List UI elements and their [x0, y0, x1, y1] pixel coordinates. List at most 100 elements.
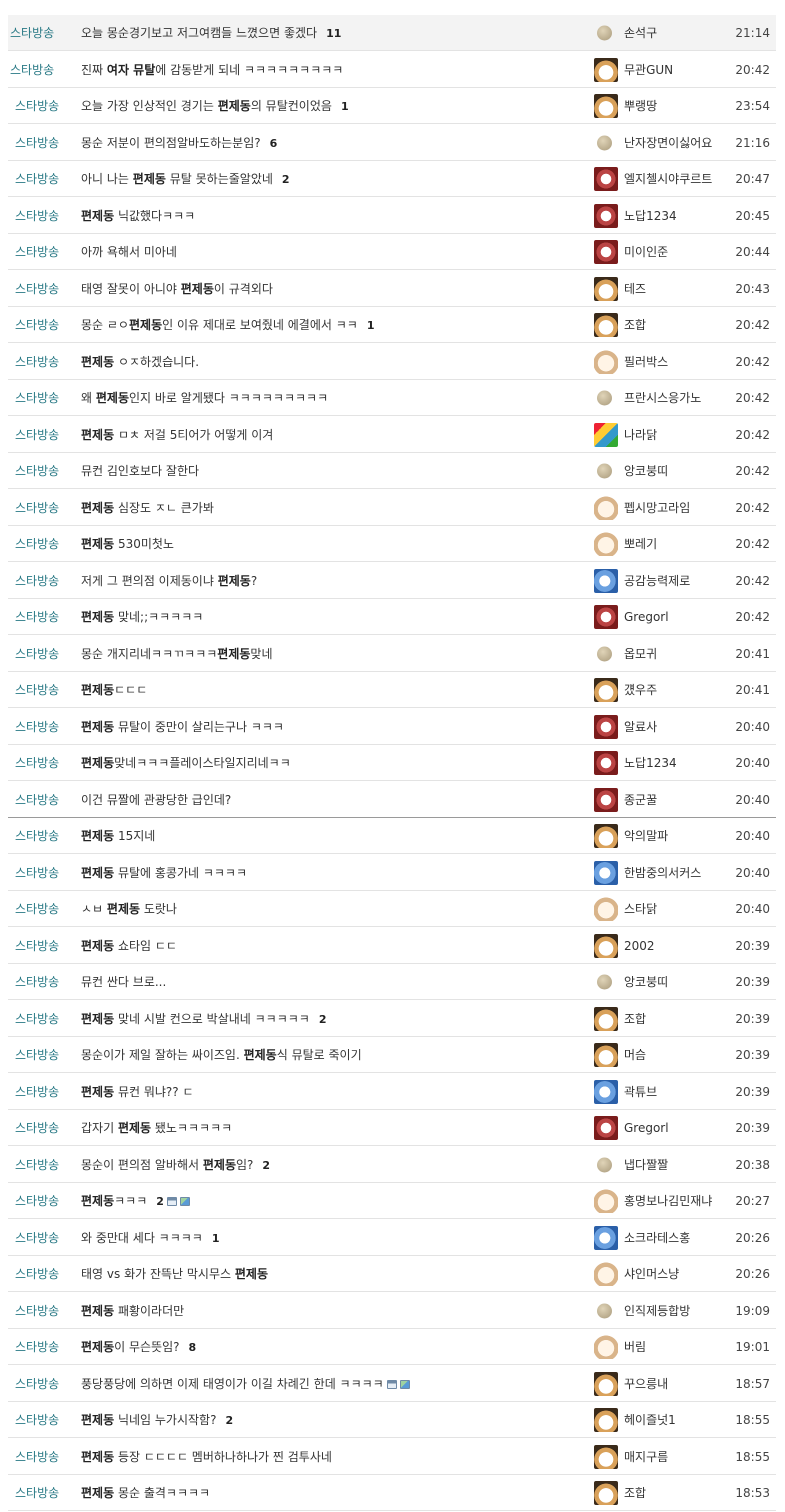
post-author[interactable]: 프란시스응가노: [594, 380, 732, 416]
post-row[interactable]: 스타방송 뮤컨 싼다 브로... 앙코붕띠 20:39: [8, 964, 776, 1000]
post-category[interactable]: 스타방송: [15, 161, 59, 197]
post-category[interactable]: 스타방송: [15, 1329, 59, 1365]
post-row[interactable]: 스타방송 편제동 ㅇㅈ하겠습니다. 필러박스 20:42: [8, 344, 776, 380]
post-title-link[interactable]: 태영 vs 화가 잔뜩난 막시무스 편제동: [81, 1256, 268, 1292]
post-title-link[interactable]: 편제동 닉네임 누가시작함? 2: [81, 1402, 233, 1439]
post-title-link[interactable]: 뮤컨 김인호보다 잘한다: [81, 453, 199, 489]
post-title-link[interactable]: ㅅㅂ 편제동 도랏나: [81, 891, 177, 927]
post-row[interactable]: 스타방송 편제동 닉네임 누가시작함? 2 헤이즐넛1 18:55: [8, 1402, 776, 1438]
author-name[interactable]: 손석구: [624, 15, 657, 51]
author-name[interactable]: 냅다짤짤: [624, 1147, 668, 1183]
author-name[interactable]: 난자장면이싫어요: [624, 125, 712, 161]
post-row[interactable]: 스타방송 몽순 개지리네ㅋㅋㄲㅋㅋㅋ편제동맞네 옵모귀 20:41: [8, 636, 776, 672]
post-category[interactable]: 스타방송: [15, 818, 59, 854]
post-category[interactable]: 스타방송: [15, 782, 59, 818]
post-row[interactable]: 스타방송 ㅅㅂ 편제동 도랏나 스타닭 20:40: [8, 891, 776, 927]
post-row[interactable]: 스타방송 편제동 맞네;;ㅋㅋㅋㅋㅋ Gregorl 20:42: [8, 599, 776, 635]
author-name[interactable]: 곽튜브: [624, 1074, 657, 1110]
post-title-link[interactable]: 편제동 심장도 ㅈㄴ 큰가봐: [81, 490, 214, 526]
post-author[interactable]: 샤인머스냥: [594, 1256, 732, 1292]
author-name[interactable]: 나라닭: [624, 417, 657, 453]
post-row[interactable]: 스타방송 편제동 뮤컨 뭐냐?? ㄷ 곽튜브 20:39: [8, 1074, 776, 1110]
post-row[interactable]: 스타방송 뮤컨 김인호보다 잘한다 앙코붕띠 20:42: [8, 453, 776, 489]
post-title-link[interactable]: 풍당풍당에 의하면 이제 태영이가 이길 차례긴 한데 ㅋㅋㅋㅋ: [81, 1366, 410, 1402]
post-title-link[interactable]: 몽순 ㄹㅇ편제동인 이유 제대로 보여줬네 에결에서 ㅋㅋ 1: [81, 307, 374, 344]
post-category[interactable]: 스타방송: [15, 563, 59, 599]
post-row[interactable]: 스타방송 오늘 가장 인상적인 경기는 편제동의 뮤탈컨이었음 1 뿌랭땅 23:54: [8, 88, 776, 124]
author-name[interactable]: 테즈: [624, 271, 646, 307]
post-title-link[interactable]: 태영 잘못이 아니야 편제동이 규격외다: [81, 271, 273, 307]
post-category[interactable]: 스타방송: [15, 271, 59, 307]
post-category[interactable]: 스타방송: [15, 1402, 59, 1438]
post-title-link[interactable]: 오늘 몽순경기보고 저그여캠들 느꼈으면 좋겠다 11: [81, 15, 341, 52]
post-row[interactable]: 스타방송 편제동ㄷㄷㄷ 걨우주 20:41: [8, 672, 776, 708]
post-author[interactable]: 버림: [594, 1329, 732, 1365]
post-author[interactable]: 걨우주: [594, 672, 732, 708]
post-title-link[interactable]: 편제동 뮤탈이 중만이 살리는구나 ㅋㅋㅋ: [81, 709, 284, 745]
post-row[interactable]: 스타방송 이건 뮤짤에 관광당한 급인데? 종군꿀 20:40: [8, 782, 776, 818]
post-row[interactable]: 스타방송 아까 욕해서 미아네 미이인준 20:44: [8, 234, 776, 270]
post-author[interactable]: 난자장면이싫어요: [594, 125, 732, 161]
post-category[interactable]: 스타방송: [15, 709, 59, 745]
post-category[interactable]: 스타방송: [15, 1366, 59, 1402]
post-title-link[interactable]: 편제동 뮤탈에 홍콩가네 ㅋㅋㅋㅋ: [81, 855, 247, 891]
post-category[interactable]: 스타방송: [15, 417, 59, 453]
post-author[interactable]: 알료사: [594, 709, 732, 745]
post-title-link[interactable]: 편제동 쇼타임 ㄷㄷ: [81, 928, 177, 964]
post-author[interactable]: 뽀레기: [594, 526, 732, 562]
post-category[interactable]: 스타방송: [15, 453, 59, 489]
post-title-link[interactable]: 몽순이가 제일 잘하는 싸이즈임. 편제동식 뮤탈로 죽이기: [81, 1037, 362, 1073]
author-name[interactable]: Gregorl: [624, 599, 669, 635]
author-name[interactable]: 옵모귀: [624, 636, 657, 672]
post-row[interactable]: 스타방송 편제동 심장도 ㅈㄴ 큰가봐 펩시망고라임 20:42: [8, 490, 776, 526]
post-title-link[interactable]: 편제동 ㅇㅈ하겠습니다.: [81, 344, 199, 380]
post-row[interactable]: 스타방송 편제동 몽순 출격ㅋㅋㅋㅋ 조합 18:53: [8, 1475, 776, 1511]
comment-count[interactable]: 11: [326, 27, 341, 40]
author-name[interactable]: 펩시망고라임: [624, 490, 690, 526]
post-category[interactable]: 스타방송: [15, 125, 59, 161]
post-author[interactable]: 조합: [594, 307, 732, 343]
author-name[interactable]: 샤인머스냥: [624, 1256, 679, 1292]
post-title-link[interactable]: 이건 뮤짤에 관광당한 급인데?: [81, 782, 231, 818]
post-author[interactable]: 필러박스: [594, 344, 732, 380]
post-author[interactable]: Gregorl: [594, 599, 732, 635]
post-author[interactable]: 펩시망고라임: [594, 490, 732, 526]
comment-count[interactable]: 2: [262, 1159, 270, 1172]
post-author[interactable]: 뿌랭땅: [594, 88, 732, 124]
post-title-link[interactable]: 아까 욕해서 미아네: [81, 234, 177, 270]
post-category[interactable]: 스타방송: [15, 490, 59, 526]
post-category[interactable]: 스타방송: [15, 599, 59, 635]
post-author[interactable]: 노답1234: [594, 198, 732, 234]
post-category[interactable]: 스타방송: [15, 1475, 59, 1511]
post-category[interactable]: 스타방송: [15, 526, 59, 562]
comment-count[interactable]: 8: [189, 1341, 197, 1354]
post-row[interactable]: 스타방송 편제동 닉값했다ㅋㅋㅋ 노답1234 20:45: [8, 198, 776, 234]
post-title-link[interactable]: 왜 편제동인지 바로 알게됐다 ㅋㅋㅋㅋㅋㅋㅋㅋㅋ: [81, 380, 328, 416]
post-author[interactable]: 종군꿀: [594, 782, 732, 818]
post-category[interactable]: 스타방송: [15, 1037, 59, 1073]
comment-count[interactable]: 1: [341, 100, 349, 113]
post-title-link[interactable]: 진짜 여자 뮤탈에 감동받게 되네 ㅋㅋㅋㅋㅋㅋㅋㅋㅋ: [81, 52, 343, 88]
author-name[interactable]: 앙코붕띠: [624, 453, 668, 489]
post-author[interactable]: 스타닭: [594, 891, 732, 927]
post-title-link[interactable]: 편제동ㄷㄷㄷ: [81, 672, 147, 708]
post-title-link[interactable]: 편제동 맞네 시발 컨으로 박살내네 ㅋㅋㅋㅋㅋ 2: [81, 1001, 327, 1038]
author-name[interactable]: 조합: [624, 1475, 646, 1511]
post-category[interactable]: 스타방송: [15, 855, 59, 891]
post-author[interactable]: 앙코붕띠: [594, 453, 732, 489]
author-name[interactable]: 종군꿀: [624, 782, 657, 818]
post-title-link[interactable]: 편제동 530미첫노: [81, 526, 174, 562]
post-author[interactable]: 나라닭: [594, 417, 732, 453]
post-row[interactable]: 스타방송 편제동 뮤탈에 홍콩가네 ㅋㅋㅋㅋ 한밤중의서커스 20:40: [8, 855, 776, 891]
post-author[interactable]: 미이인준: [594, 234, 732, 270]
author-name[interactable]: 미이인준: [624, 234, 668, 270]
post-row[interactable]: 스타방송 편제동 등장 ㄷㄷㄷㄷ 멤버하나하나가 찐 검투사네 매지구름 18:55: [8, 1439, 776, 1475]
post-category[interactable]: 스타방송: [15, 1147, 59, 1183]
post-category[interactable]: 스타방송: [15, 307, 59, 343]
post-category[interactable]: 스타방송: [15, 636, 59, 672]
post-category[interactable]: 스타방송: [15, 344, 59, 380]
post-author[interactable]: Gregorl: [594, 1110, 732, 1146]
comment-count[interactable]: 2: [225, 1414, 233, 1427]
post-title-link[interactable]: 편제동이 무슨뜻임? 8: [81, 1329, 196, 1366]
author-name[interactable]: Gregorl: [624, 1110, 669, 1146]
